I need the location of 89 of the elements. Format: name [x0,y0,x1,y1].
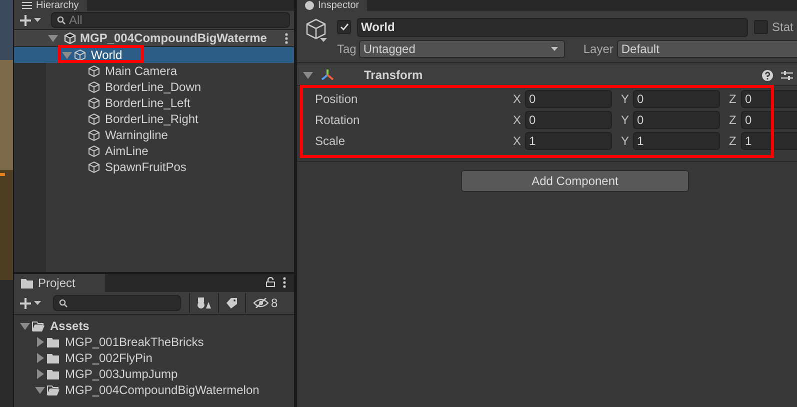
hierarchy-item[interactable]: BorderLine_Down [14,79,294,95]
panel-tab[interactable]: Hierarchy [14,0,87,11]
axis-label: Y [621,134,630,148]
property-label: Scale [315,134,346,148]
search-icon [57,16,66,25]
caret-icon [34,301,41,305]
cube-icon [88,112,100,126]
folder-item[interactable]: Assets [14,318,294,334]
sliders-icon [781,70,793,80]
help-icon [762,70,773,80]
number-field[interactable]: 0 [741,90,797,108]
axis-label: Z [729,92,738,106]
folder-icon [47,352,60,364]
expand-arrow-icon[interactable] [62,52,72,58]
hierarchy-item[interactable]: Warningline [14,127,294,143]
axis-label: X [513,134,522,148]
tag-label: Tag [337,42,356,56]
folder-item[interactable]: MGP_002FlyPin [14,350,294,366]
folder-icon [47,336,60,348]
plus-icon [20,298,31,308]
axis-label: Y [621,112,630,126]
caret-icon [551,47,558,51]
folder-item[interactable]: MGP_004CompoundBigWatermelon [14,382,294,398]
axes-icon [321,69,334,81]
scene-header[interactable]: MGP_004CompoundBigWaterme [14,30,294,47]
cube-icon [88,160,100,174]
axis-label: X [513,92,522,106]
cube-icon [88,64,100,78]
add-component-button[interactable]: Add Component [461,170,689,192]
folder-icon [47,368,60,380]
add-button[interactable] [20,14,41,26]
property-label: Rotation [315,112,361,126]
cube-icon [74,48,86,62]
panel-tab[interactable]: Inspector [297,0,368,11]
search-field[interactable]: All [51,12,290,28]
hierarchy-item[interactable]: AimLine [14,143,294,159]
number-field[interactable]: 1 [525,132,612,150]
scene-name: MGP_004CompoundBigWaterme [80,31,268,45]
expand-arrow-icon[interactable] [303,72,313,78]
hierarchy-item[interactable]: BorderLine_Right [14,111,294,127]
open-folder-icon [32,320,45,332]
component-title: Transform [364,68,424,82]
layer-dropdown[interactable]: Default [617,40,797,58]
static-checkbox[interactable] [754,20,768,34]
tag-dropdown[interactable]: Untagged [359,40,566,58]
hierarchy-item[interactable]: BorderLine_Left [14,95,294,111]
folder-item[interactable]: MGP_001BreakTheBricks [14,334,294,350]
hierarchy-item[interactable]: Main Camera [14,63,294,79]
more-icon [285,32,288,44]
cube-icon [305,18,327,40]
tag-icon [226,297,238,309]
plus-icon [20,14,31,26]
folder-icon [21,278,34,288]
axis-label: Z [729,112,738,126]
search-icon [59,299,68,308]
hierarchy-item[interactable]: SpawnFruitPos [14,159,294,175]
axis-label: Y [621,92,630,106]
add-button[interactable] [20,298,41,308]
number-field[interactable]: 0 [633,90,720,108]
number-field[interactable]: 0 [525,110,612,128]
caret-icon [320,38,327,42]
number-field[interactable]: 0 [741,110,797,128]
panel-tab[interactable]: Project [14,274,106,292]
list-icon [22,1,32,10]
open-folder-icon [47,384,60,396]
cube-icon [88,144,100,158]
shapes-icon [197,297,211,309]
number-field[interactable]: 1 [741,132,797,150]
property-label: Position [315,92,359,106]
search-field[interactable] [53,295,181,311]
cube-icon [88,96,100,110]
number-field[interactable]: 1 [633,132,720,150]
number-field[interactable]: 0 [525,90,612,108]
hidden-eye-icon [253,298,269,308]
axis-label: X [513,112,522,126]
name-field[interactable]: World [357,18,748,36]
layer-label: Layer [583,42,614,56]
caret-icon [34,18,41,22]
hierarchy-item[interactable]: World [14,47,294,63]
cube-icon [88,128,100,142]
folder-item[interactable]: MGP_003JumpJump [14,366,294,382]
axis-label: Z [729,134,738,148]
check-icon [340,23,348,31]
active-checkbox[interactable] [337,20,351,34]
cube-icon [88,80,100,94]
static-label: Stat [772,20,794,34]
more-icon [283,277,286,288]
number-field[interactable]: 0 [633,110,720,128]
lock-icon [266,277,275,287]
